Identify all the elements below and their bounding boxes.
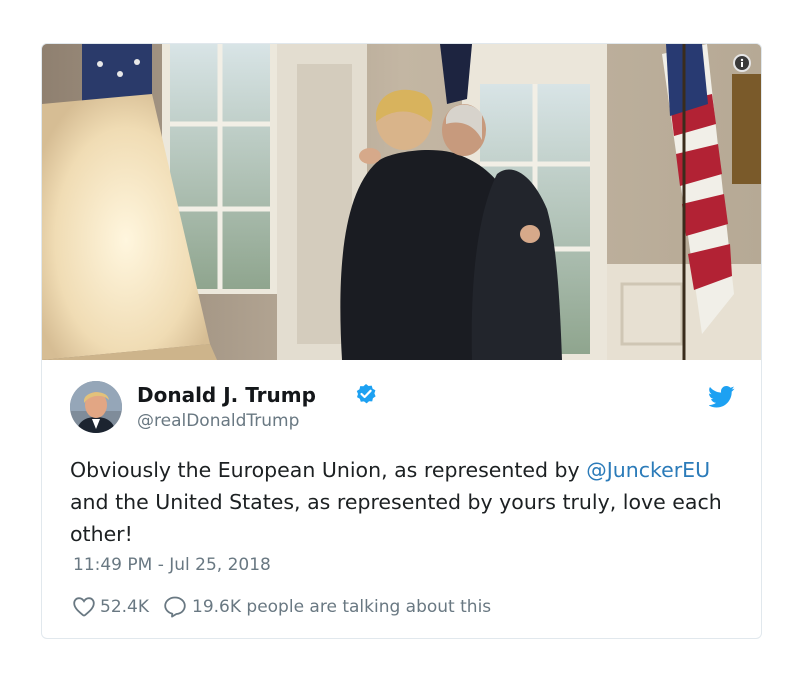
tweet-text-part: and the United States, as represented by… — [70, 490, 722, 546]
tweet-text-part: Obviously the European Union, as represe… — [70, 458, 587, 482]
speech-bubble-icon[interactable] — [163, 596, 187, 618]
heart-icon[interactable] — [73, 597, 95, 617]
tweet-header: Donald J. Trump @realDonaldTrump — [70, 380, 735, 436]
info-icon[interactable] — [733, 54, 751, 72]
author-handle[interactable]: @realDonaldTrump — [137, 411, 299, 431]
author-name[interactable]: Donald J. Trump — [137, 383, 316, 407]
twitter-bird-icon[interactable] — [708, 386, 735, 412]
mention-link[interactable]: @JunckerEU — [586, 458, 710, 482]
verified-badge-icon — [355, 383, 377, 409]
tweet-timestamp[interactable]: 11:49 PM - Jul 25, 2018 — [73, 555, 271, 575]
like-count[interactable]: 52.4K — [100, 597, 149, 617]
tweet-actions: 52.4K 19.6K people are talking about thi… — [73, 596, 491, 618]
tweet-text: Obviously the European Union, as represe… — [70, 454, 735, 550]
talking-count[interactable]: 19.6K people are talking about this — [192, 597, 491, 617]
embedded-tweet-card[interactable]: Donald J. Trump @realDonaldTrump Obvious… — [41, 43, 762, 639]
tweet-photo[interactable] — [42, 44, 761, 360]
author-avatar[interactable] — [70, 381, 122, 433]
